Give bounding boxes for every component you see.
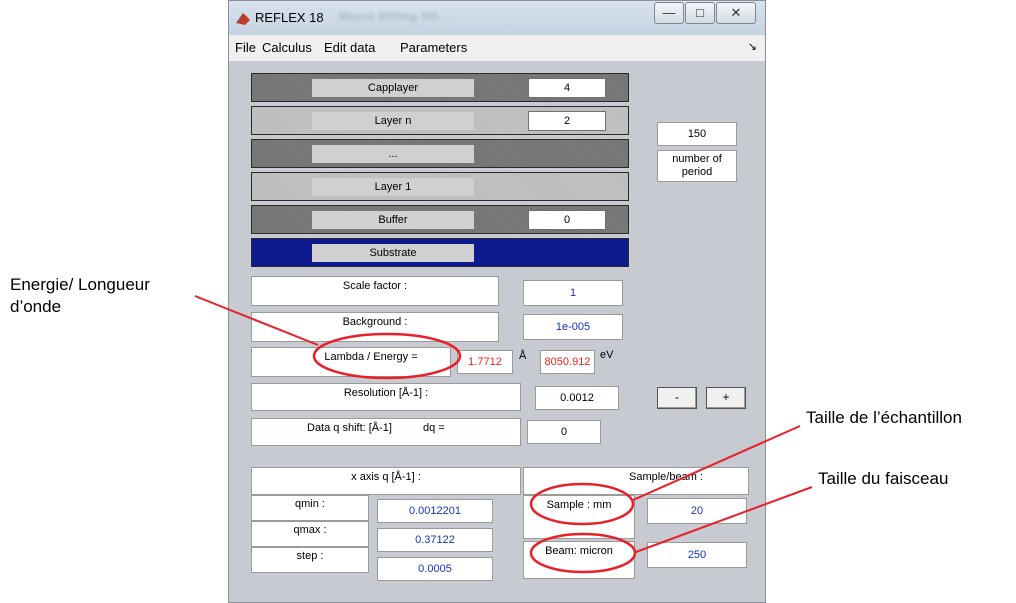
layer-1-row: Layer 1	[251, 172, 629, 201]
annotation-beam-size: Taille du faisceau	[818, 469, 949, 488]
capplayer-button[interactable]: Capplayer	[312, 79, 474, 97]
annotation-energy-line2: d’onde	[10, 297, 62, 316]
substrate-button[interactable]: Substrate	[312, 244, 474, 262]
layer-n-row: Layer n 2	[251, 106, 629, 135]
background-label: Background :	[251, 312, 499, 342]
period-count-label: number of period	[657, 150, 737, 182]
buffer-input[interactable]: 0	[528, 210, 606, 230]
step-input[interactable]: 0.0005	[377, 557, 493, 581]
qmax-label: qmax :	[251, 521, 369, 547]
period-count-input[interactable]: 150	[657, 122, 737, 146]
x-axis-title: x axis q [Å-1] :	[251, 467, 521, 495]
annotation-energy-line1: Energie/ Longueur	[10, 275, 150, 294]
sample-label: Sample : mm	[523, 495, 635, 539]
ellipsis-row: ...	[251, 139, 629, 168]
maximize-icon: □	[696, 5, 704, 20]
layer-1-button[interactable]: Layer 1	[312, 178, 474, 196]
background-text: Background :	[342, 316, 408, 328]
scale-factor-label: Scale factor :	[251, 276, 499, 306]
menu-edit-data[interactable]: Edit data	[324, 40, 375, 55]
layer-n-button[interactable]: Layer n	[312, 112, 474, 130]
background-input[interactable]: 1e-005	[523, 314, 623, 340]
close-button[interactable]: ✕	[716, 2, 756, 24]
close-icon: ✕	[730, 5, 742, 20]
beam-label: Beam: micron	[523, 541, 635, 579]
window-title: REFLEX 18	[255, 10, 324, 25]
qmax-input[interactable]: 0.37122	[377, 528, 493, 552]
blurred-title-text: Mount 600mg 5th...	[339, 11, 452, 23]
dock-arrow-icon[interactable]: ↘	[748, 40, 757, 53]
menu-bar: File Calculus Edit data Parameters ↘	[229, 35, 765, 62]
q-shift-input[interactable]: 0	[527, 420, 601, 444]
resolution-minus-button[interactable]: -	[657, 387, 697, 409]
energy-unit: eV	[600, 349, 614, 361]
buffer-button[interactable]: Buffer	[312, 211, 474, 229]
resolution-plus-button[interactable]: +	[706, 387, 746, 409]
layer-n-input[interactable]: 2	[528, 111, 606, 131]
resolution-text: Resolution [Å-1] :	[343, 387, 429, 399]
main-panel: Capplayer 4 Layer n 2 ... Layer 1 Buffer…	[229, 61, 765, 602]
step-label: step :	[251, 547, 369, 573]
annotation-sample-size: Taille de l’échantillon	[806, 408, 962, 427]
matlab-logo-icon	[236, 13, 250, 25]
resolution-label: Resolution [Å-1] :	[251, 383, 521, 411]
menu-parameters[interactable]: Parameters	[400, 40, 467, 55]
title-bar[interactable]: REFLEX 18 Mount 600mg 5th... — □ ✕	[229, 1, 765, 35]
ellipsis-button[interactable]: ...	[312, 145, 474, 163]
dq-text: dq =	[423, 422, 445, 434]
energy-input[interactable]: 8050.912	[540, 350, 595, 374]
menu-file[interactable]: File	[235, 40, 256, 55]
qmin-input[interactable]: 0.0012201	[377, 499, 493, 523]
sample-beam-title: Sample/beam :	[523, 467, 749, 495]
lambda-input[interactable]: 1.7712	[457, 350, 513, 374]
maximize-button[interactable]: □	[685, 2, 715, 24]
lambda-energy-label: Lambda / Energy =	[251, 347, 451, 377]
qmin-label: qmin :	[251, 495, 369, 521]
capplayer-input[interactable]: 4	[528, 78, 606, 98]
lambda-unit: Å	[519, 350, 527, 362]
resolution-input[interactable]: 0.0012	[535, 386, 619, 410]
capplayer-row: Capplayer 4	[251, 73, 629, 102]
reflex-window: REFLEX 18 Mount 600mg 5th... — □ ✕ File …	[228, 0, 766, 603]
q-shift-label: Data q shift: [Å-1] dq =	[251, 418, 521, 446]
menu-calculus[interactable]: Calculus	[262, 40, 312, 55]
scale-factor-text: Scale factor :	[342, 280, 408, 292]
minimize-icon: —	[662, 5, 676, 20]
buffer-row: Buffer 0	[251, 205, 629, 234]
q-shift-text: Data q shift: [Å-1]	[307, 422, 392, 434]
annotation-energy-wavelength: Energie/ Longueur d’onde	[10, 274, 150, 318]
substrate-row: Substrate	[251, 238, 629, 267]
sample-input[interactable]: 20	[647, 498, 747, 524]
lambda-energy-text: Lambda / Energy =	[324, 351, 418, 363]
minimize-button[interactable]: —	[654, 2, 684, 24]
scale-factor-input[interactable]: 1	[523, 280, 623, 306]
beam-input[interactable]: 250	[647, 542, 747, 568]
